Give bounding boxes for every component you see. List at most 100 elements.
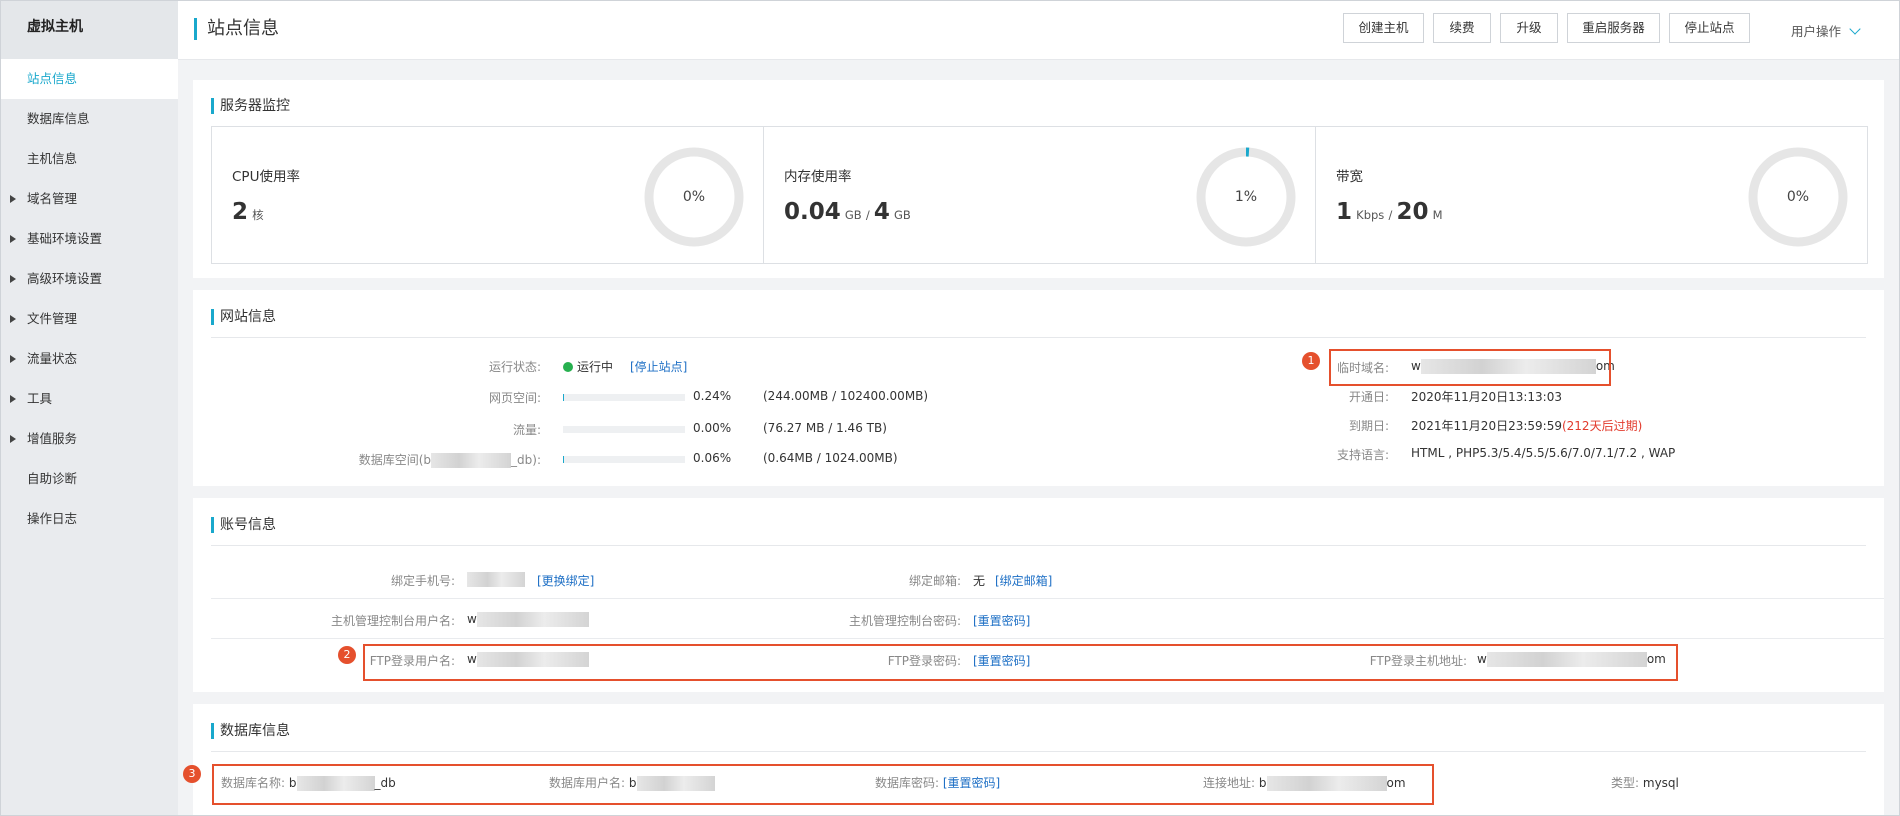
caret-right-icon <box>10 395 16 403</box>
renew-button[interactable]: 续费 <box>1433 13 1491 43</box>
server-monitor-title: 服务器监控 <box>211 98 290 114</box>
sidebar-title: 虚拟主机 <box>1 1 178 59</box>
caret-right-icon <box>10 235 16 243</box>
sidebar: 虚拟主机 站点信息 数据库信息 主机信息 域名管理 基础环境设置 高级环境设置 … <box>1 1 178 815</box>
reset-console-password-link[interactable]: [重置密码] <box>973 612 1030 629</box>
bandwidth-gauge: 0% <box>1748 147 1848 247</box>
email-label: 绑定邮箱: <box>908 574 961 588</box>
bandwidth-percent: 0% <box>1786 189 1810 205</box>
traffic-percent: 0.00% <box>693 421 732 435</box>
sidebar-item-site-info[interactable]: 站点信息 <box>1 59 178 99</box>
user-operations-menu[interactable]: 用户操作 <box>1791 21 1861 40</box>
create-host-button[interactable]: 创建主机 <box>1343 13 1424 43</box>
caret-right-icon <box>10 195 16 203</box>
stop-site-button[interactable]: 停止站点 <box>1669 13 1750 43</box>
annotation-badge-3: 3 <box>183 765 201 783</box>
sidebar-item-host-info[interactable]: 主机信息 <box>1 139 178 179</box>
user-operations-label: 用户操作 <box>1791 24 1842 39</box>
annotation-badge-1: 1 <box>1302 352 1320 370</box>
traffic-label: 流量: <box>512 423 541 437</box>
status-label: 运行状态: <box>488 360 541 374</box>
memory-total-unit: GB <box>894 208 911 222</box>
cpu-value: 2 核 <box>232 199 264 225</box>
sidebar-item-value-added[interactable]: 增值服务 <box>1 419 178 459</box>
bandwidth-total: 20 <box>1396 199 1429 225</box>
db-type-label: 类型: <box>1611 776 1640 790</box>
stop-site-link[interactable]: [停止站点] <box>630 358 687 375</box>
memory-used: 0.04 <box>784 199 841 225</box>
phone-label: 绑定手机号: <box>390 574 455 588</box>
site-status: 运行中 <box>563 358 613 375</box>
expire-countdown: (212天后过期) <box>1561 419 1643 433</box>
bandwidth-separator: / <box>1388 208 1393 222</box>
sidebar-item-label: 数据库信息 <box>27 111 90 126</box>
console-username-value: w <box>467 612 589 627</box>
console-username-prefix: w <box>467 612 477 626</box>
cpu-percent: 0% <box>682 189 706 205</box>
sidebar-item-tools[interactable]: 工具 <box>1 379 178 419</box>
sidebar-item-advanced-env[interactable]: 高级环境设置 <box>1 259 178 299</box>
caret-right-icon <box>10 435 16 443</box>
highlight-box-3 <box>212 764 1434 805</box>
redacted-text <box>431 453 512 468</box>
cpu-card: CPU使用率 2 核 0% <box>211 126 764 264</box>
upgrade-button[interactable]: 升级 <box>1500 13 1558 43</box>
web-space-percent: 0.24% <box>693 389 732 403</box>
traffic-detail: (76.27 MB / 1.46 TB) <box>763 421 887 435</box>
expire-date-text: 2021年11月20日23:59:59 <box>1411 419 1562 433</box>
phone-value <box>467 572 525 587</box>
caret-right-icon <box>10 275 16 283</box>
sidebar-item-label: 高级环境设置 <box>27 271 103 286</box>
bandwidth-total-unit: M <box>1432 208 1443 222</box>
sidebar-item-label: 操作日志 <box>27 511 78 526</box>
status-text: 运行中 <box>577 360 614 374</box>
chevron-down-icon <box>1849 23 1861 35</box>
db-space-percent: 0.06% <box>693 451 732 465</box>
redacted-text <box>476 612 589 627</box>
web-space-label: 网页空间: <box>488 391 541 405</box>
memory-used-unit: GB <box>844 208 862 222</box>
sidebar-item-domain-management[interactable]: 域名管理 <box>1 179 178 219</box>
highlight-box-2 <box>363 644 1678 681</box>
page-header: 站点信息 创建主机 续费 升级 重启服务器 停止站点 用户操作 <box>178 1 1899 60</box>
web-space-bar-fill <box>563 394 565 401</box>
divider <box>211 638 1884 639</box>
cpu-gauge: 0% <box>644 147 744 247</box>
sidebar-item-file-management[interactable]: 文件管理 <box>1 299 178 339</box>
sidebar-item-traffic-status[interactable]: 流量状态 <box>1 339 178 379</box>
caret-right-icon <box>10 315 16 323</box>
website-info-title: 网站信息 <box>211 309 276 325</box>
cpu-label: CPU使用率 <box>232 169 300 185</box>
traffic-bar <box>563 426 685 433</box>
db-type: 类型: mysql <box>1611 774 1679 791</box>
languages-label: 支持语言: <box>1336 448 1389 462</box>
db-space-label-prefix: 数据库空间(b <box>358 453 432 467</box>
sidebar-item-label: 主机信息 <box>27 151 78 166</box>
sidebar-item-basic-env[interactable]: 基础环境设置 <box>1 219 178 259</box>
sidebar-item-self-diagnosis[interactable]: 自助诊断 <box>1 459 178 499</box>
supported-languages: HTML , PHP5.3/5.4/5.5/5.6/7.0/7.1/7.2 , … <box>1411 446 1676 460</box>
bandwidth-label: 带宽 <box>1336 169 1363 185</box>
bind-email-link[interactable]: [绑定邮箱] <box>995 572 1052 589</box>
web-space-bar <box>563 394 685 401</box>
open-date-label: 开通日: <box>1348 390 1389 404</box>
sidebar-item-label: 站点信息 <box>27 71 78 86</box>
bandwidth-used: 1 <box>1336 199 1353 225</box>
annotation-badge-2: 2 <box>338 646 356 664</box>
divider <box>211 337 1866 338</box>
sidebar-item-label: 增值服务 <box>27 431 78 446</box>
divider <box>211 545 1866 546</box>
memory-separator: / <box>865 208 870 222</box>
web-space-detail: (244.00MB / 102400.00MB) <box>763 389 929 403</box>
caret-right-icon <box>10 355 16 363</box>
account-info-title: 账号信息 <box>211 517 276 533</box>
change-binding-link[interactable]: [更换绑定] <box>537 572 594 589</box>
sidebar-item-operation-log[interactable]: 操作日志 <box>1 499 178 539</box>
expire-date-label: 到期日: <box>1348 419 1389 433</box>
sidebar-item-label: 工具 <box>27 391 53 406</box>
db-space-bar <box>563 456 685 463</box>
db-space-detail: (0.64MB / 1024.00MB) <box>763 451 898 465</box>
sidebar-item-database-info[interactable]: 数据库信息 <box>1 99 178 139</box>
restart-server-button[interactable]: 重启服务器 <box>1567 13 1660 43</box>
divider <box>211 598 1884 599</box>
